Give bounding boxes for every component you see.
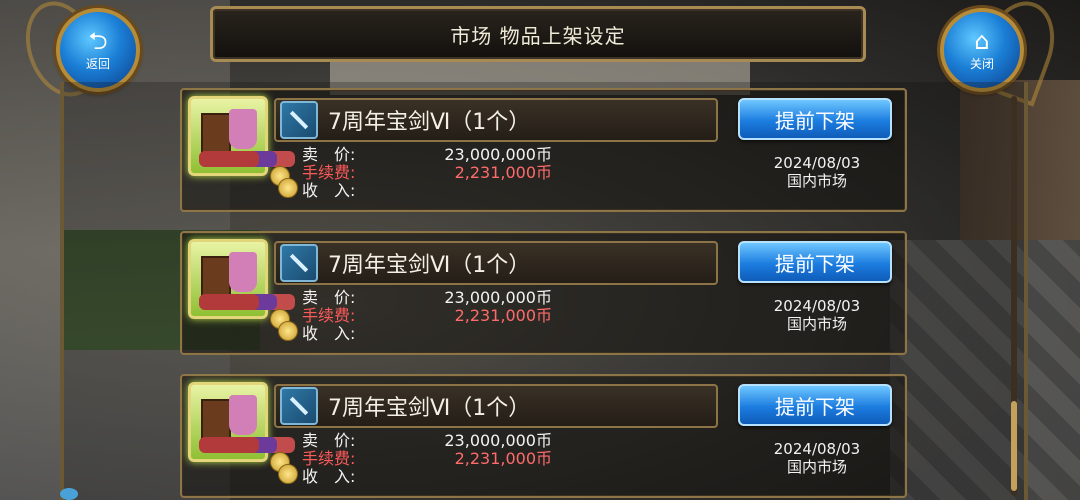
item-name-box: 7周年宝剑Ⅵ（1个） [274, 241, 718, 285]
status-icon [60, 488, 78, 500]
income-value [382, 182, 552, 200]
delist-early-button[interactable]: 提前下架 [738, 384, 892, 426]
listing-card: 7周年宝剑Ⅵ（1个） 卖 价: 手续费: 收 入: 23,000,000币 2,… [180, 374, 907, 498]
market-stall-icon [188, 96, 268, 176]
listing-date: 2024/08/03 [773, 440, 861, 458]
sell-price-value: 23,000,000币 [444, 288, 552, 307]
fee-label: 手续费: [302, 163, 356, 182]
income-label: 收 入: [302, 324, 356, 343]
price-labels: 卖 价: 手续费: 收 入: [302, 432, 382, 486]
sell-price-value: 23,000,000币 [444, 431, 552, 450]
fee-value: 2,231,000币 [454, 306, 552, 325]
listing-meta: 2024/08/03 国内市场 [742, 154, 892, 190]
sword-icon [280, 244, 318, 282]
fee-value: 2,231,000币 [454, 163, 552, 182]
income-value [382, 325, 552, 343]
price-labels: 卖 价: 手续费: 收 入: [302, 289, 382, 343]
sell-price-label: 卖 价: [302, 145, 356, 164]
sell-price-label: 卖 价: [302, 431, 356, 450]
item-name-box: 7周年宝剑Ⅵ（1个） [274, 384, 718, 428]
listing-date: 2024/08/03 [773, 154, 861, 172]
delist-early-button[interactable]: 提前下架 [738, 98, 892, 140]
price-values: 23,000,000币 2,231,000币 [382, 146, 552, 200]
item-name: 7周年宝剑Ⅵ（1个） [328, 110, 531, 135]
back-button[interactable]: ⮌ 返回 [56, 8, 140, 92]
sell-price-label: 卖 价: [302, 288, 356, 307]
close-button[interactable]: ⌂ 关闭 [940, 8, 1024, 92]
price-values: 23,000,000币 2,231,000币 [382, 432, 552, 486]
sword-icon [280, 387, 318, 425]
income-label: 收 入: [302, 467, 356, 486]
listing-card: 7周年宝剑Ⅵ（1个） 卖 价: 手续费: 收 入: 23,000,000币 2,… [180, 88, 907, 212]
fee-label: 手续费: [302, 449, 356, 468]
listing-meta: 2024/08/03 国内市场 [742, 440, 892, 476]
item-name: 7周年宝剑Ⅵ（1个） [328, 253, 531, 278]
income-value [382, 468, 552, 486]
fee-value: 2,231,000币 [454, 449, 552, 468]
market-name: 国内市场 [786, 458, 847, 476]
scrollbar[interactable] [1011, 96, 1017, 496]
market-name: 国内市场 [786, 172, 847, 190]
listing-meta: 2024/08/03 国内市场 [742, 297, 892, 333]
coins-icon [270, 309, 298, 341]
coins-icon [270, 452, 298, 484]
close-button-label: 关闭 [969, 56, 994, 71]
item-name: 7周年宝剑Ⅵ（1个） [328, 396, 531, 421]
home-icon: ⌂ [974, 26, 990, 55]
sell-price-value: 23,000,000币 [444, 145, 552, 164]
page-title: 市场 物品上架设定 [210, 6, 866, 62]
delist-early-button[interactable]: 提前下架 [738, 241, 892, 283]
price-values: 23,000,000币 2,231,000币 [382, 289, 552, 343]
price-labels: 卖 价: 手续费: 收 入: [302, 146, 382, 200]
back-button-label: 返回 [85, 56, 110, 71]
sword-icon [280, 101, 318, 139]
back-arrow-icon: ⮌ [88, 26, 108, 55]
market-name: 国内市场 [786, 315, 847, 333]
fee-label: 手续费: [302, 306, 356, 325]
income-label: 收 入: [302, 181, 356, 200]
coins-icon [270, 166, 298, 198]
listing-date: 2024/08/03 [773, 297, 861, 315]
market-stall-icon [188, 382, 268, 462]
listing-card: 7周年宝剑Ⅵ（1个） 卖 价: 手续费: 收 入: 23,000,000币 2,… [180, 231, 907, 355]
item-name-box: 7周年宝剑Ⅵ（1个） [274, 98, 718, 142]
market-stall-icon [188, 239, 268, 319]
scrollbar-thumb[interactable] [1011, 401, 1017, 491]
